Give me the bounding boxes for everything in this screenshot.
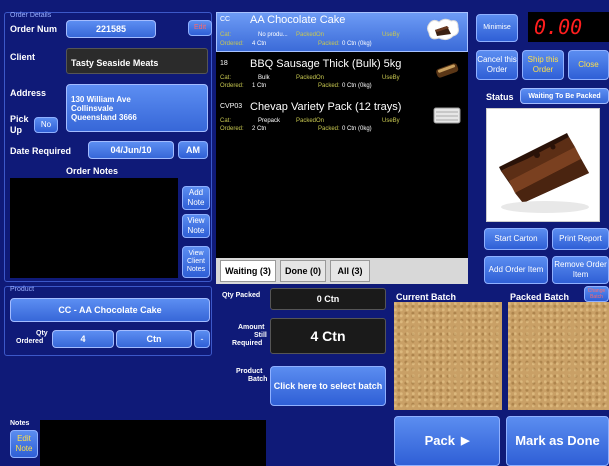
item-useby-label: UseBy bbox=[382, 75, 400, 81]
select-batch-button[interactable]: Click here to select batch bbox=[270, 366, 386, 406]
view-client-notes-button[interactable]: View Client Notes bbox=[182, 246, 210, 278]
add-note-button[interactable]: Add Note bbox=[182, 186, 210, 210]
item-ordered: 2 Ctn bbox=[252, 126, 267, 132]
close-button[interactable]: Close bbox=[568, 50, 609, 80]
status-label: Status bbox=[486, 92, 514, 102]
timer-display: 0.00 bbox=[528, 12, 609, 42]
item-packed: 0 Ctn (0kg) bbox=[342, 126, 372, 132]
packed-batch-label: Packed Batch bbox=[510, 292, 570, 302]
qty-ordered-label-2: Ordered bbox=[16, 338, 44, 345]
item-title: Chevap Variety Pack (12 trays) bbox=[250, 101, 402, 113]
pickup-label-2: Up bbox=[10, 125, 22, 135]
notes-label: Notes bbox=[10, 420, 30, 427]
item-useby-label: UseBy bbox=[382, 118, 400, 124]
print-report-button[interactable]: Print Report bbox=[552, 228, 609, 250]
tray-icon bbox=[432, 104, 462, 126]
date-required-label: Date Required bbox=[10, 146, 72, 156]
order-num-field[interactable]: 221585 bbox=[66, 20, 156, 38]
item-cat-label: Cat: bbox=[220, 118, 232, 124]
item-cat-label: Cat: bbox=[220, 75, 232, 81]
client-field: Tasty Seaside Meats bbox=[66, 48, 208, 74]
address-line-3: Queensland 3666 bbox=[71, 112, 137, 122]
amount-required-label-1: Amount bbox=[238, 324, 265, 331]
remove-order-item-button[interactable]: Remove Order Item bbox=[552, 256, 609, 284]
product-field[interactable]: CC - AA Chocolate Cake bbox=[10, 298, 210, 322]
view-note-button[interactable]: View Note bbox=[182, 214, 210, 238]
pickup-label-1: Pick bbox=[10, 114, 29, 124]
current-batch-label: Current Batch bbox=[396, 292, 457, 302]
sausage-icon bbox=[432, 58, 462, 82]
cancel-order-button[interactable]: Cancel this Order bbox=[476, 50, 518, 80]
pickup-toggle[interactable]: No bbox=[34, 117, 58, 133]
qty-ordered-label-1: Qty bbox=[36, 330, 48, 337]
order-notes-label: Order Notes bbox=[66, 166, 119, 176]
mark-done-button[interactable]: Mark as Done bbox=[506, 416, 609, 466]
address-line-2: Collinsvale bbox=[71, 103, 114, 113]
tab-waiting[interactable]: Waiting (3) bbox=[220, 260, 276, 282]
qty-packed-field: 0 Ctn bbox=[270, 288, 386, 310]
packed-batch-area bbox=[508, 302, 609, 410]
address-line-1: 130 William Ave bbox=[71, 94, 131, 104]
item-ordered: 4 Ctn bbox=[252, 41, 267, 47]
play-icon: ▶ bbox=[460, 435, 470, 447]
item-packedon-label: PackedOn bbox=[296, 75, 325, 81]
item-useby-label: UseBy bbox=[382, 32, 400, 38]
product-section-title: Product bbox=[10, 286, 35, 293]
unit-dropdown-button[interactable]: - bbox=[194, 330, 210, 348]
product-image bbox=[486, 108, 600, 222]
qty-packed-label: Qty Packed bbox=[222, 292, 261, 299]
item-cat: Prepack bbox=[258, 118, 281, 124]
item-ordered-label: Ordered: bbox=[220, 41, 244, 47]
date-required-field[interactable]: 04/Jun/10 bbox=[88, 141, 174, 159]
cake-icon bbox=[425, 16, 461, 46]
amount-required-label-3: Required bbox=[232, 340, 263, 347]
order-notes-area[interactable] bbox=[10, 178, 178, 278]
item-packedon-label: PackedOn bbox=[296, 118, 325, 124]
item-packed-label: Packed: bbox=[318, 83, 340, 89]
item-packedon-label: PackedOn bbox=[296, 32, 325, 38]
change-batch-button[interactable]: Change Batch bbox=[584, 286, 609, 302]
start-carton-button[interactable]: Start Carton bbox=[484, 228, 548, 250]
address-label: Address bbox=[10, 88, 47, 98]
item-packed: 0 Ctn (0kg) bbox=[342, 83, 372, 89]
time-period-button[interactable]: AM bbox=[178, 141, 208, 159]
tab-all[interactable]: All (3) bbox=[330, 260, 370, 282]
ship-order-button[interactable]: Ship this Order bbox=[522, 50, 564, 80]
item-code: CVP03 bbox=[220, 103, 243, 110]
product-batch-label-1: Product bbox=[236, 368, 263, 375]
product-batch-label-2: Batch bbox=[248, 376, 268, 383]
unit-field[interactable]: Ctn bbox=[116, 330, 192, 348]
minimise-button[interactable]: Minimise bbox=[476, 14, 518, 42]
item-ordered-label: Ordered: bbox=[220, 126, 244, 132]
amount-required-field: 4 Ctn bbox=[270, 318, 386, 354]
edit-order-button[interactable]: Edit bbox=[188, 20, 212, 36]
item-cat-label: Cat: bbox=[220, 32, 232, 38]
item-ordered: 1 Ctn bbox=[252, 83, 267, 89]
item-cat: No produ... bbox=[258, 32, 288, 38]
tab-done[interactable]: Done (0) bbox=[280, 260, 326, 282]
client-label: Client bbox=[10, 52, 36, 62]
item-cat: Bulk bbox=[258, 75, 270, 81]
item-ordered-label: Ordered: bbox=[220, 83, 244, 89]
item-title: BBQ Sausage Thick (Bulk) 5kg bbox=[250, 58, 402, 70]
order-details-title: Order Details bbox=[10, 12, 52, 19]
current-batch-area bbox=[394, 302, 502, 410]
order-num-label: Order Num bbox=[10, 24, 58, 34]
pack-label: Pack bbox=[424, 433, 455, 448]
item-packed-label: Packed: bbox=[318, 126, 340, 132]
item-code: 18 bbox=[220, 60, 228, 67]
item-packed-label: Packed: bbox=[318, 41, 340, 47]
notes-area bbox=[40, 420, 266, 466]
item-code: CC bbox=[220, 16, 231, 23]
address-field[interactable]: 130 William Ave Collinsvale Queensland 3… bbox=[66, 84, 208, 132]
item-packed: 0 Ctn (0kg) bbox=[342, 41, 372, 47]
pack-button[interactable]: Pack ▶ bbox=[394, 416, 500, 466]
amount-required-label-2: Still bbox=[254, 332, 267, 339]
status-field: Waiting To Be Packed bbox=[520, 88, 609, 104]
edit-note-button[interactable]: Edit Note bbox=[10, 430, 38, 458]
item-title: AA Chocolate Cake bbox=[250, 14, 346, 26]
add-order-item-button[interactable]: Add Order Item bbox=[484, 256, 548, 284]
qty-ordered-field[interactable]: 4 bbox=[52, 330, 114, 348]
